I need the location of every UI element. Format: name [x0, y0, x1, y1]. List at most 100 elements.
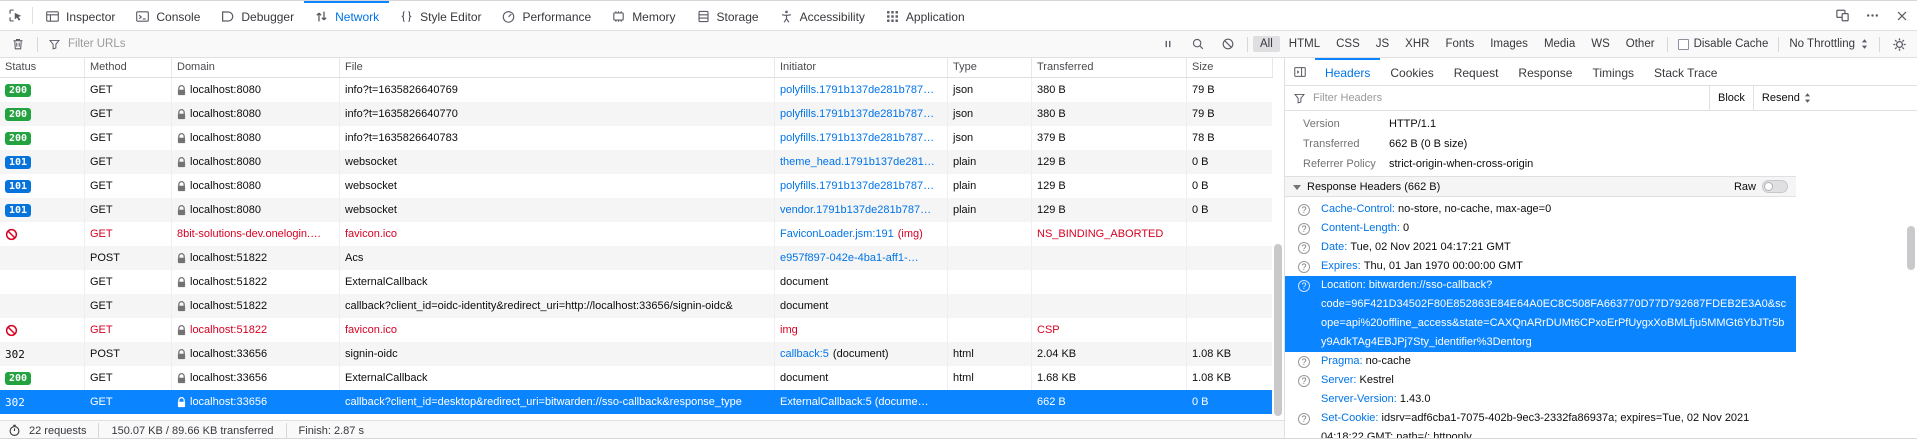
toolbox-tab-network[interactable]: Network [304, 1, 389, 30]
network-settings-button[interactable] [1884, 37, 1914, 52]
initiator-link[interactable]: theme_head.1791b137de281… [780, 156, 935, 168]
request-row[interactable]: GETlocalhost:51822callback?client_id=oid… [0, 294, 1272, 318]
request-row[interactable]: 200GETlocalhost:8080info?t=1635826640769… [0, 78, 1272, 102]
toolbox-tab-storage[interactable]: Storage [686, 1, 769, 30]
toolbox-tab-console[interactable]: Console [125, 1, 210, 30]
domain-cell: localhost:51822 [172, 246, 340, 270]
raw-toggle[interactable] [1762, 180, 1788, 193]
help-icon[interactable]: ? [1298, 204, 1310, 216]
type-filter-fonts[interactable]: Fonts [1438, 36, 1481, 52]
filter-urls-input[interactable] [66, 37, 1147, 51]
type-filter-media[interactable]: Media [1537, 36, 1582, 52]
detail-tab-stack-trace[interactable]: Stack Trace [1644, 58, 1727, 85]
help-icon[interactable]: ? [1298, 356, 1310, 368]
initiator-link[interactable]: e957f897-042e-4ba1-aff1-… [780, 252, 919, 264]
initiator-link[interactable]: vendor.1791b137de281b787… [780, 204, 931, 216]
header-row[interactable]: Server-Version: 1.43.0 [1285, 390, 1796, 409]
toolbox-tab-debugger[interactable]: Debugger [210, 1, 304, 30]
initiator-link[interactable]: FaviconLoader.jsm:191 [780, 228, 894, 240]
initiator-link[interactable]: polyfills.1791b137de281b787… [780, 132, 934, 144]
request-row[interactable]: 302POSTlocalhost:33656signin-oidccallbac… [0, 342, 1272, 366]
request-row[interactable]: 302GETlocalhost:33656callback?client_id=… [0, 390, 1272, 414]
request-row[interactable]: 101GETlocalhost:8080websocketvendor.1791… [0, 198, 1272, 222]
type-filter-html[interactable]: HTML [1282, 36, 1327, 52]
column-header-file[interactable]: File [340, 58, 775, 77]
detail-tab-request[interactable]: Request [1444, 58, 1509, 85]
toolbox-tab-performance[interactable]: Performance [491, 1, 601, 30]
detail-tab-headers[interactable]: Headers [1315, 58, 1380, 85]
scrollbar-thumb[interactable] [1274, 244, 1282, 416]
detail-tab-response[interactable]: Response [1508, 58, 1582, 85]
toolbox-meatball-menu-button[interactable] [1857, 1, 1887, 30]
column-header-status[interactable]: Status [0, 58, 85, 77]
header-row[interactable]: ?Location: bitwarden://sso-callback?code… [1285, 276, 1796, 352]
status-text: 302 [5, 396, 25, 409]
pick-element-button[interactable] [0, 1, 30, 30]
type-filter-all[interactable]: All [1253, 36, 1280, 52]
initiator-link[interactable]: polyfills.1791b137de281b787… [780, 108, 934, 120]
detail-tab-cookies[interactable]: Cookies [1380, 58, 1443, 85]
responsive-design-mode-button[interactable] [1827, 1, 1857, 30]
request-list-scrollbar[interactable] [1272, 78, 1284, 420]
type-cell [948, 294, 1032, 318]
header-row[interactable]: ?Pragma: no-cache [1285, 352, 1796, 371]
type-filter-images[interactable]: Images [1483, 36, 1535, 52]
request-row[interactable]: 200GETlocalhost:8080info?t=1635826640783… [0, 126, 1272, 150]
column-header-domain[interactable]: Domain [172, 58, 340, 77]
column-header-transferred[interactable]: Transferred [1032, 58, 1187, 77]
header-row[interactable]: ?Set-Cookie: idsrv=adf6cba1-7075-402b-9e… [1285, 409, 1796, 439]
request-row[interactable]: 101GETlocalhost:8080websocketpolyfills.1… [0, 174, 1272, 198]
help-icon[interactable]: ? [1298, 375, 1310, 387]
help-icon[interactable]: ? [1298, 413, 1310, 425]
block-requests-button[interactable] [1213, 37, 1243, 51]
column-header-method[interactable]: Method [85, 58, 172, 77]
disable-cache-checkbox[interactable] [1678, 39, 1689, 50]
help-icon[interactable]: ? [1298, 223, 1310, 235]
type-filter-css[interactable]: CSS [1329, 36, 1367, 52]
request-row[interactable]: GETlocalhost:51822favicon.icoimgCSP [0, 318, 1272, 342]
initiator-link[interactable]: callback:5 [780, 348, 829, 360]
file-cell: info?t=1635826640770 [340, 102, 775, 126]
stopwatch-icon[interactable] [8, 424, 21, 437]
throttling-select[interactable]: No Throttling [1783, 38, 1875, 50]
detail-tab-timings[interactable]: Timings [1582, 58, 1644, 85]
column-header-initiator[interactable]: Initiator [775, 58, 948, 77]
help-icon[interactable]: ? [1298, 261, 1310, 273]
request-row[interactable]: GETlocalhost:51822ExternalCallbackdocume… [0, 270, 1272, 294]
clear-requests-button[interactable] [3, 37, 33, 51]
type-filter-js[interactable]: JS [1369, 36, 1396, 52]
request-row[interactable]: POSTlocalhost:51822Acse957f897-042e-4ba1… [0, 246, 1272, 270]
header-row[interactable]: ?Expires: Thu, 01 Jan 1970 00:00:00 GMT [1285, 257, 1796, 276]
help-icon[interactable]: ? [1298, 280, 1310, 292]
filter-headers-input[interactable] [1311, 91, 1701, 105]
header-row[interactable]: ?Server: Kestrel [1285, 371, 1796, 390]
toolbox-tab-application[interactable]: Application [875, 1, 975, 30]
request-row[interactable]: GET8bit-solutions-dev.onelogin.…favicon.… [0, 222, 1272, 246]
request-row[interactable]: 200GETlocalhost:8080info?t=1635826640770… [0, 102, 1272, 126]
close-devtools-button[interactable] [1887, 1, 1917, 30]
toolbox-tab-style-editor[interactable]: Style Editor [389, 1, 491, 30]
toolbox-tab-inspector[interactable]: Inspector [35, 1, 125, 30]
resend-button[interactable]: Resend [1753, 86, 1820, 110]
initiator-link[interactable]: polyfills.1791b137de281b787… [780, 180, 934, 192]
pause-recording-button[interactable] [1153, 37, 1183, 51]
help-icon[interactable]: ? [1298, 242, 1310, 254]
block-url-button[interactable]: Block [1709, 86, 1753, 110]
column-header-size[interactable]: Size [1187, 58, 1273, 77]
type-filter-ws[interactable]: WS [1584, 36, 1617, 52]
header-row[interactable]: ?Date: Tue, 02 Nov 2021 04:17:21 GMT [1285, 238, 1796, 257]
request-row[interactable]: 101GETlocalhost:8080websockettheme_head.… [0, 150, 1272, 174]
header-row[interactable]: ?Content-Length: 0 [1285, 219, 1796, 238]
detail-scrollbar-thumb[interactable] [1907, 226, 1915, 270]
search-button[interactable] [1183, 37, 1213, 51]
type-filter-xhr[interactable]: XHR [1398, 36, 1436, 52]
header-row[interactable]: ?Cache-Control: no-store, no-cache, max-… [1285, 200, 1796, 219]
type-filter-other[interactable]: Other [1619, 36, 1662, 52]
request-row[interactable]: 200GETlocalhost:33656ExternalCallbackdoc… [0, 366, 1272, 390]
toolbox-tab-accessibility[interactable]: Accessibility [769, 1, 875, 30]
column-header-type[interactable]: Type [948, 58, 1032, 77]
response-headers-section[interactable]: Response Headers (662 B) Raw [1285, 176, 1796, 197]
sidebar-toggle-button[interactable] [1285, 58, 1315, 85]
toolbox-tab-memory[interactable]: Memory [601, 1, 685, 30]
initiator-link[interactable]: polyfills.1791b137de281b787… [780, 84, 934, 96]
